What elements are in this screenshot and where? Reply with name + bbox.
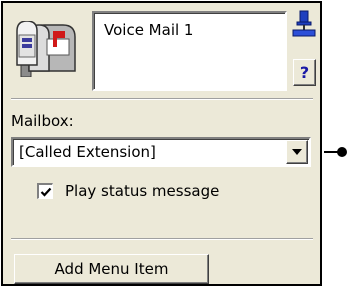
- divider-top: [11, 98, 313, 100]
- help-icon: ?: [299, 63, 310, 82]
- mailbox-selected-value: [Called Extension]: [19, 143, 156, 161]
- chevron-down-icon: [292, 149, 302, 155]
- checkmark-icon: [40, 187, 51, 197]
- node-title-field[interactable]: Voice Mail 1: [92, 11, 287, 91]
- play-status-message-label: Play status message: [65, 182, 220, 200]
- mailbox-dropdown[interactable]: [Called Extension]: [11, 137, 311, 167]
- output-connector-dot[interactable]: [337, 147, 347, 157]
- add-menu-item-label: Add Menu Item: [54, 260, 169, 278]
- mailbox-icon: [15, 20, 77, 78]
- pin-icon[interactable]: [292, 10, 316, 38]
- mailbox-label: Mailbox:: [11, 112, 74, 130]
- play-status-message-option[interactable]: Play status message: [37, 179, 219, 203]
- voice-mail-node-panel[interactable]: Voice Mail 1 ? Mailbox: [Called Extensio…: [1, 1, 322, 286]
- node-title: Voice Mail 1: [104, 21, 194, 39]
- play-status-message-checkbox[interactable]: [37, 183, 53, 199]
- add-menu-item-button[interactable]: Add Menu Item: [14, 254, 209, 284]
- node-header: Voice Mail 1 ?: [3, 3, 320, 96]
- dropdown-arrow-button[interactable]: [286, 140, 308, 164]
- divider-bottom: [11, 238, 313, 240]
- help-button[interactable]: ?: [293, 59, 316, 86]
